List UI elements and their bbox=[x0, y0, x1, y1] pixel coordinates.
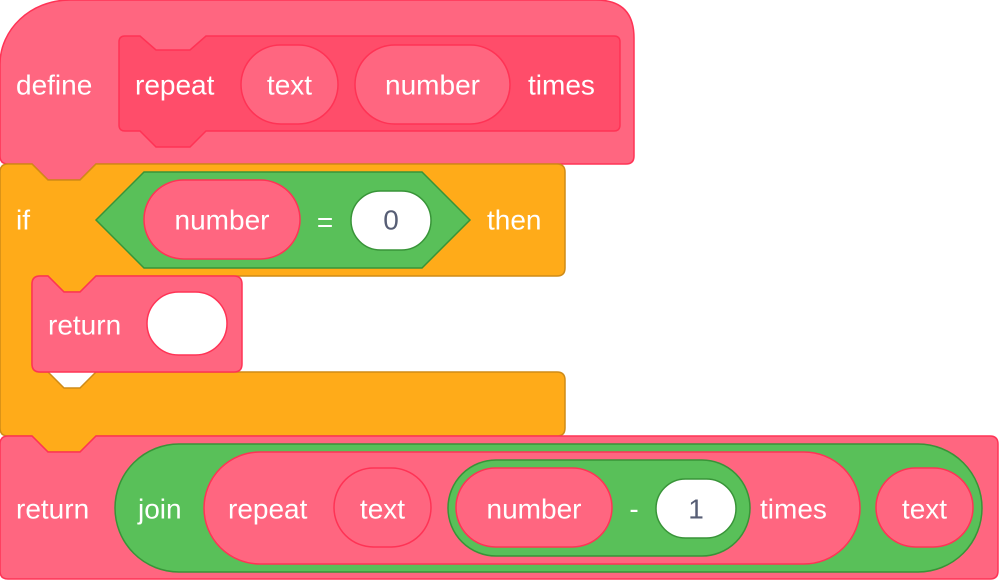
repeat-call-block[interactable]: repeat text number - 1 times bbox=[203, 451, 861, 565]
equals-right-value: 0 bbox=[383, 205, 399, 236]
define-keyword: define bbox=[16, 70, 92, 101]
equals-sign: = bbox=[317, 207, 333, 238]
repeat-call-label: repeat bbox=[228, 494, 308, 525]
arg-number-label: number bbox=[385, 70, 480, 101]
custom-block-prototype[interactable]: repeat text number times bbox=[118, 35, 621, 148]
repeat-call-suffix: times bbox=[760, 494, 827, 525]
return-keyword: return bbox=[16, 494, 89, 525]
join-label: join bbox=[137, 494, 182, 525]
if-keyword: if bbox=[16, 205, 30, 236]
prototype-suffix: times bbox=[528, 70, 595, 101]
return-block[interactable]: return join repeat text number - 1 times… bbox=[0, 435, 999, 580]
return-value-input[interactable] bbox=[146, 291, 228, 356]
minus-sign: - bbox=[629, 494, 638, 525]
script-canvas: define repeat text number times if numbe… bbox=[0, 0, 999, 580]
arg-text-label: text bbox=[267, 70, 312, 101]
if-block[interactable]: if number = 0 then return bbox=[0, 163, 566, 453]
subtract-right-value: 1 bbox=[688, 494, 704, 525]
prototype-label: repeat bbox=[135, 70, 215, 101]
inner-return-keyword: return bbox=[48, 310, 121, 341]
subtract-number-label: number bbox=[487, 494, 582, 525]
define-block[interactable]: define repeat text number times bbox=[0, 0, 635, 181]
repeat-call-text-label: text bbox=[360, 494, 405, 525]
join-block[interactable]: join repeat text number - 1 times text bbox=[114, 443, 983, 573]
then-label: then bbox=[487, 205, 542, 236]
join-text-label: text bbox=[902, 494, 947, 525]
number-reporter-label: number bbox=[175, 205, 270, 236]
equals-operator-block[interactable]: number = 0 bbox=[94, 171, 472, 269]
subtract-operator-block[interactable]: number - 1 bbox=[447, 459, 751, 557]
